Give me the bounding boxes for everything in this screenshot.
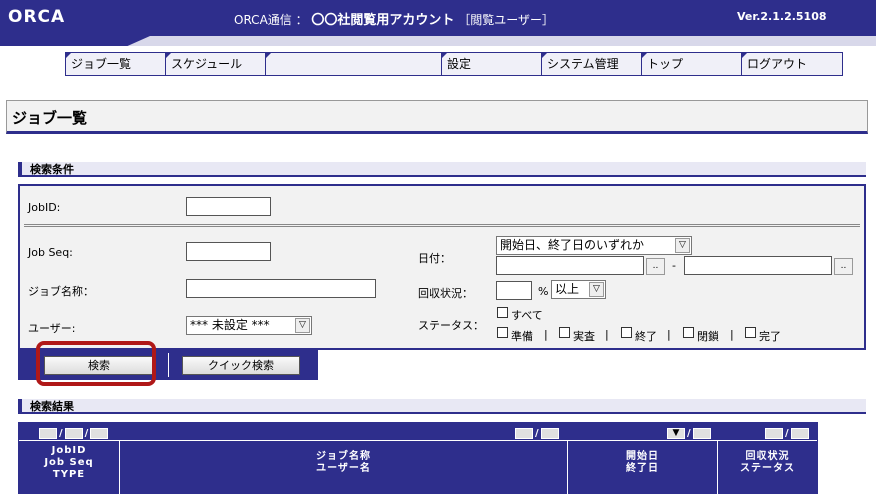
status-all-label: すべて xyxy=(511,309,543,322)
date-type-select-value: 開始日、終了日のいずれか xyxy=(500,238,645,252)
status-separator: | xyxy=(667,328,671,341)
status-label: ステータス： xyxy=(418,319,484,332)
status-separator: | xyxy=(730,328,734,341)
status-separator: | xyxy=(605,328,609,341)
jobseq-input[interactable] xyxy=(186,242,271,261)
status-prep-checkbox[interactable] xyxy=(497,327,508,338)
col-dates: 開始日 終了日 xyxy=(567,441,717,495)
col-dates-line2: 終了日 xyxy=(626,463,659,474)
date-label: 日付： xyxy=(418,252,451,265)
sort-slash: / xyxy=(59,428,63,439)
status-closed-label: 閉鎖 xyxy=(697,330,719,343)
sort-controls-collect: / xyxy=(765,427,809,440)
col-jobid: JobID Job Seq TYPE xyxy=(19,441,119,495)
status-separator: | xyxy=(544,328,548,341)
sort-slash: / xyxy=(535,428,539,439)
collect-status-label: 回収状況： xyxy=(418,287,473,300)
app-header: ORCA ORCA通信 ： 〇〇社閲覧用アカウント ［閲覧ユーザー］ Ver.2… xyxy=(0,0,876,36)
search-section-header: 検索条件 xyxy=(18,162,866,177)
nav-logout[interactable]: ログアウト xyxy=(742,53,842,75)
col-jobid-line2: Job Seq xyxy=(44,457,94,468)
chevron-down-icon: ▽ xyxy=(675,238,690,253)
sort-slash: / xyxy=(84,428,89,439)
nav-top[interactable]: トップ xyxy=(642,53,742,75)
status-complete-label: 完了 xyxy=(759,330,781,343)
app-logo: ORCA xyxy=(8,7,66,27)
collect-compare-value: 以上 xyxy=(555,282,580,296)
status-all-checkbox[interactable] xyxy=(497,307,508,318)
col-jobid-line1: JobID xyxy=(51,445,87,456)
sort-box[interactable] xyxy=(790,428,809,439)
status-finished-checkbox[interactable] xyxy=(621,327,632,338)
date-to-input[interactable] xyxy=(684,256,832,275)
jobseq-label: Job Seq: xyxy=(28,246,73,259)
header-band-accent xyxy=(0,36,150,46)
user-select[interactable]: *** 未設定 *** ▽ xyxy=(186,316,312,335)
nav-job-list[interactable]: ジョブ一覧 xyxy=(66,53,166,75)
search-panel: JobID: Job Seq: ジョブ名称： ユーザー: *** 未設定 ***… xyxy=(18,184,866,350)
sort-box[interactable] xyxy=(90,428,109,439)
quick-search-button[interactable]: クイック検索 xyxy=(182,356,300,375)
date-to-picker-button[interactable]: .. xyxy=(834,258,853,275)
jobname-input[interactable] xyxy=(186,279,376,298)
results-table-header: / / / ▼ / / JobID Job Seq TYPE ジョブ名称 ユーザ… xyxy=(18,422,818,495)
page-title: ジョブ一覧 xyxy=(12,109,88,127)
sort-desc-icon[interactable]: ▼ xyxy=(667,428,685,439)
date-type-select[interactable]: 開始日、終了日のいずれか ▽ xyxy=(496,236,692,255)
nav-system-admin[interactable]: システム管理 xyxy=(542,53,642,75)
percent-label: % xyxy=(538,285,549,298)
col-jobname-line1: ジョブ名称 xyxy=(316,451,371,462)
sort-slash: / xyxy=(687,428,691,439)
version-label: Ver.2.1.2.5108 xyxy=(737,10,827,23)
sort-controls-jobname: / xyxy=(515,427,559,440)
date-from-input[interactable] xyxy=(496,256,644,275)
chevron-down-icon: ▽ xyxy=(589,282,604,297)
col-jobname: ジョブ名称 ユーザー名 xyxy=(119,441,567,495)
user-select-value: *** 未設定 *** xyxy=(190,318,270,332)
button-divider xyxy=(168,353,169,377)
col-jobname-line2: ユーザー名 xyxy=(316,463,371,474)
status-finished-label: 終了 xyxy=(635,330,657,343)
sort-box[interactable] xyxy=(64,428,83,439)
date-separator: - xyxy=(672,259,676,272)
col-dates-line1: 開始日 xyxy=(626,451,659,462)
status-closed-checkbox[interactable] xyxy=(683,327,694,338)
sort-controls-date: ▼ / xyxy=(667,427,711,440)
sort-box[interactable] xyxy=(540,428,559,439)
status-survey-checkbox[interactable] xyxy=(559,327,570,338)
date-from-picker-button[interactable]: .. xyxy=(646,258,665,275)
results-section-header: 検索結果 xyxy=(18,399,866,414)
sort-box[interactable] xyxy=(39,428,57,439)
header-account-name: 〇〇社閲覧用アカウント xyxy=(311,13,455,28)
jobname-label: ジョブ名称： xyxy=(28,285,94,298)
header-title: ORCA通信 ： 〇〇社閲覧用アカウント ［閲覧ユーザー］ xyxy=(234,9,554,28)
status-survey-label: 実査 xyxy=(573,330,595,343)
chevron-down-icon: ▽ xyxy=(295,318,310,333)
collect-compare-select[interactable]: 以上 ▽ xyxy=(551,280,606,299)
search-button-highlight xyxy=(36,341,156,386)
main-nav: ジョブ一覧 スケジュール 設定 システム管理 トップ ログアウト xyxy=(65,52,843,76)
col-jobid-line3: TYPE xyxy=(52,469,86,480)
page-title-box: ジョブ一覧 xyxy=(6,100,868,134)
col-collect-line1: 回収状況 xyxy=(745,451,790,462)
header-title-prefix: ORCA通信 ： xyxy=(234,13,308,27)
status-prep-label: 準備 xyxy=(511,330,533,343)
col-collect-line2: ステータス xyxy=(740,463,795,474)
jobid-label: JobID: xyxy=(28,201,61,214)
sort-box[interactable] xyxy=(515,428,533,439)
header-role: ［閲覧ユーザー］ xyxy=(458,13,555,27)
panel-divider xyxy=(24,224,860,227)
nav-settings[interactable]: 設定 xyxy=(442,53,542,75)
sort-slash: / xyxy=(785,428,789,439)
nav-empty xyxy=(266,53,442,75)
user-label: ユーザー: xyxy=(28,322,76,335)
sort-box[interactable] xyxy=(765,428,783,439)
sort-controls-jobid: / / xyxy=(39,427,109,440)
sort-box[interactable] xyxy=(692,428,711,439)
status-complete-checkbox[interactable] xyxy=(745,327,756,338)
col-collect: 回収状況 ステータス xyxy=(717,441,817,495)
nav-schedule[interactable]: スケジュール xyxy=(166,53,266,75)
collect-rate-input[interactable] xyxy=(496,281,532,300)
jobid-input[interactable] xyxy=(186,197,271,216)
